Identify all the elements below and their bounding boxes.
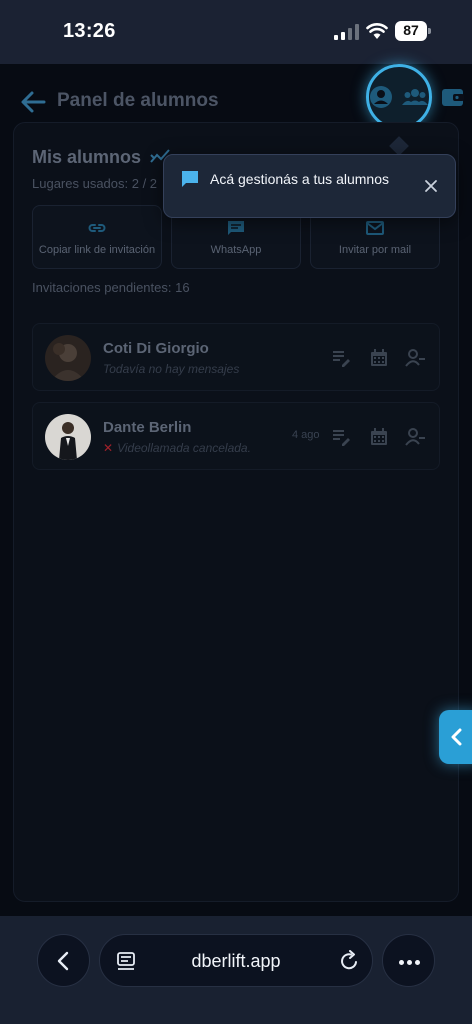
battery-level: 87 — [403, 22, 419, 38]
remove-student-icon[interactable] — [405, 348, 425, 368]
close-icon[interactable] — [424, 179, 438, 193]
address-bar[interactable]: dberlift.app — [99, 934, 373, 987]
url-text: dberlift.app — [191, 951, 281, 971]
status-bar: 13:26 87 — [0, 0, 472, 64]
onboarding-tooltip: Acá gestionás a tus alumnos — [163, 154, 456, 218]
reader-mode-icon[interactable] — [116, 951, 136, 971]
edit-notes-icon[interactable] — [331, 427, 351, 447]
student-message-time: 4 ago — [292, 429, 320, 441]
action-label: Invitar por mail — [338, 244, 412, 256]
action-label: Copiar link de invitación — [38, 244, 156, 256]
profile-icon[interactable] — [368, 84, 394, 110]
mail-icon — [366, 221, 384, 235]
student-last-message: Todavía no hay mensajes — [103, 362, 240, 376]
browser-toolbar: dberlift.app — [0, 916, 472, 1024]
copy-invite-link-button[interactable]: Copiar link de invitación — [32, 205, 162, 269]
chat-icon — [228, 221, 244, 235]
browser-back-button[interactable] — [37, 934, 90, 987]
student-row[interactable]: Coti Di Giorgio Todavía no hay mensajes — [32, 323, 440, 391]
calendar-icon[interactable] — [369, 348, 389, 368]
cellular-signal-icon — [334, 24, 359, 40]
slots-used-text: Lugares usados: 2 / 2 — [32, 176, 158, 191]
panel-title: Mis alumnos — [32, 147, 142, 167]
avatar — [45, 414, 91, 460]
more-options-button[interactable] — [382, 934, 435, 987]
edit-notes-icon[interactable] — [331, 348, 351, 368]
student-last-message: ✕ Videollamada cancelada. — [103, 441, 251, 455]
avatar — [45, 335, 91, 381]
wallet-icon[interactable] — [440, 84, 466, 110]
battery-icon: 87 — [395, 21, 431, 41]
action-label: WhatsApp — [210, 244, 262, 256]
chevron-left-icon — [451, 728, 462, 746]
student-name: Dante Berlin — [103, 419, 192, 436]
back-arrow-icon[interactable] — [20, 90, 46, 114]
student-row[interactable]: Dante Berlin ✕ Videollamada cancelada. 4 … — [32, 402, 440, 470]
wifi-icon — [366, 23, 388, 39]
students-panel: Mis alumnos Lugares usados: 2 / 2 Copiar… — [13, 122, 459, 902]
link-icon — [88, 224, 106, 232]
chevron-left-icon — [57, 951, 69, 971]
tooltip-text: Acá gestionás a tus alumnos — [210, 171, 389, 187]
side-drawer-tab[interactable] — [439, 710, 472, 764]
page-title: Panel de alumnos — [57, 90, 219, 111]
students-group-icon[interactable] — [402, 84, 428, 110]
remove-student-icon[interactable] — [405, 427, 425, 447]
status-time: 13:26 — [63, 20, 116, 42]
student-name: Coti Di Giorgio — [103, 340, 209, 357]
calendar-icon[interactable] — [369, 427, 389, 447]
header-icons — [366, 78, 470, 118]
chat-bubble-icon — [182, 171, 198, 187]
cancelled-x-icon: ✕ — [103, 441, 114, 455]
reload-icon[interactable] — [338, 950, 360, 972]
pending-invitations-text: Invitaciones pendientes: 16 — [32, 280, 190, 295]
